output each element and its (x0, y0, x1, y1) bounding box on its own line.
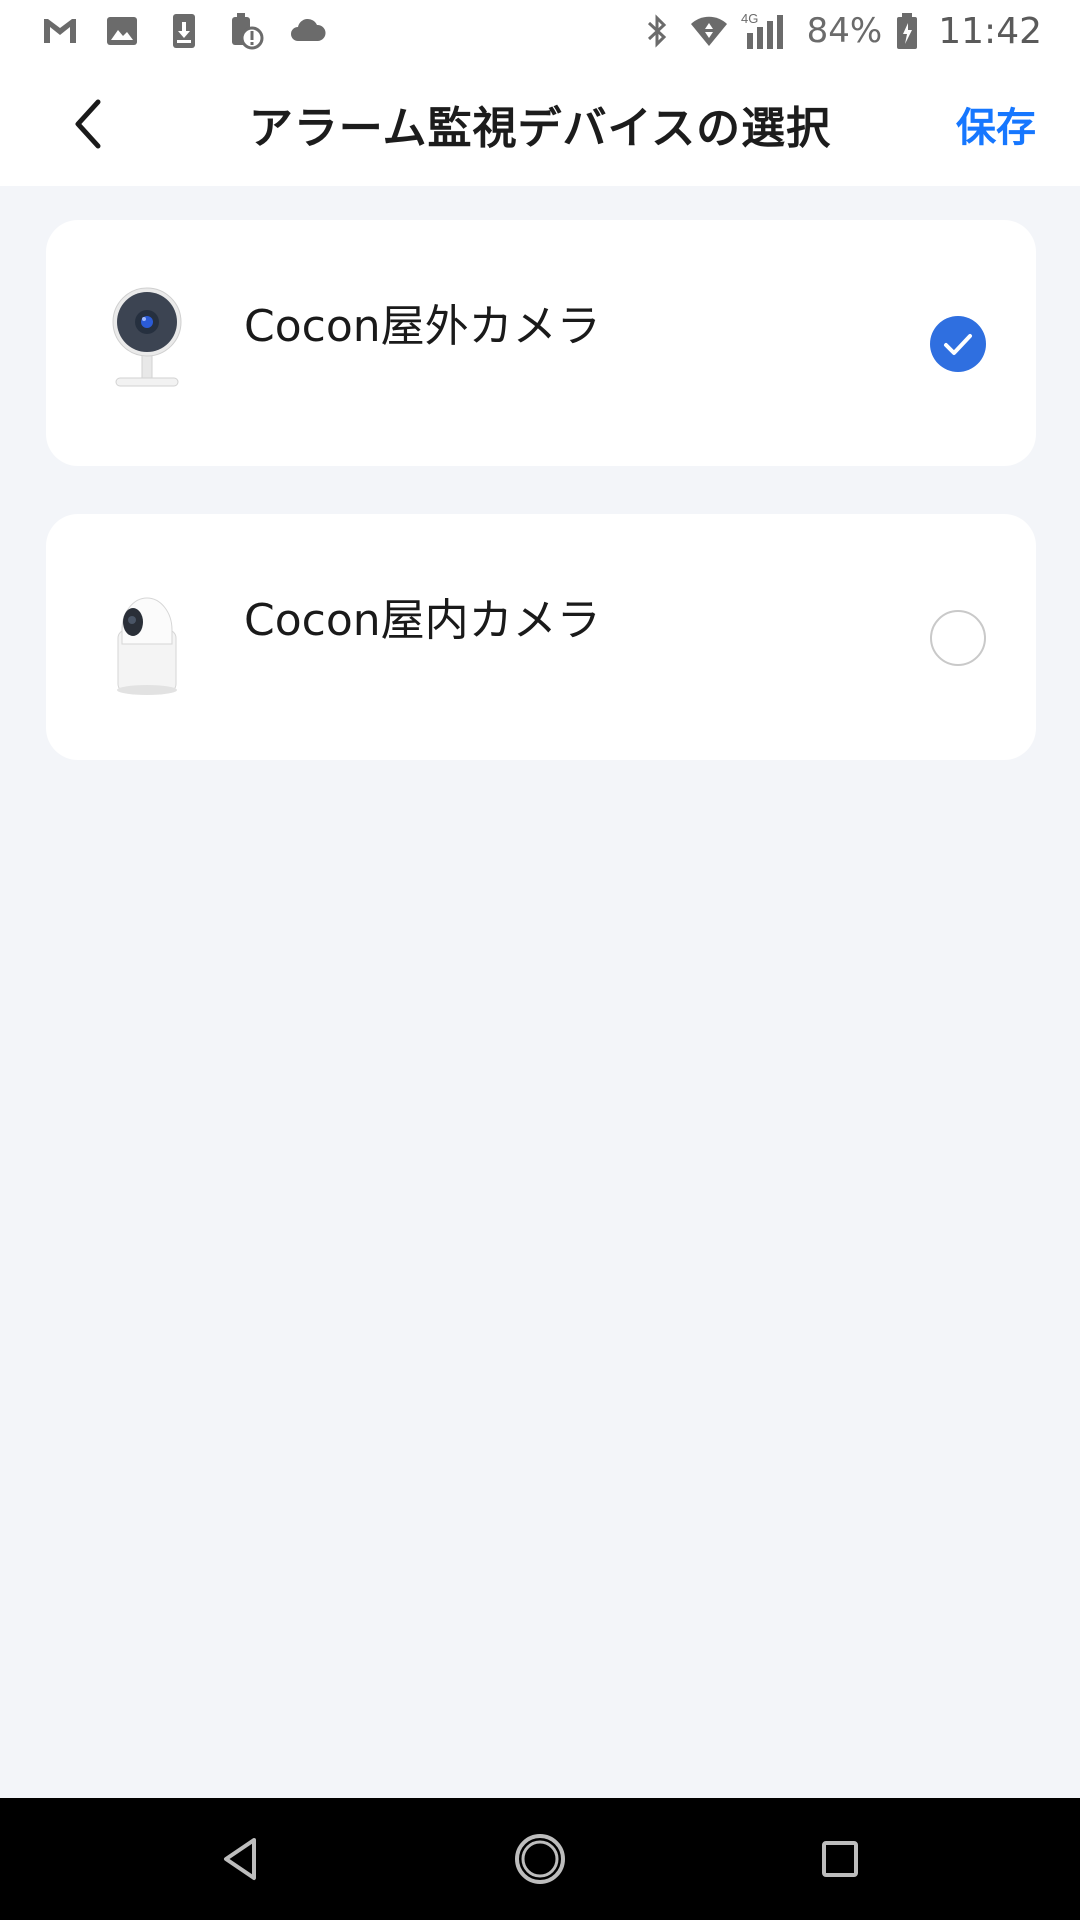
recents-nav-icon[interactable] (809, 1828, 871, 1890)
device-list: Cocon屋外カメラ Cocon屋内カメラ (46, 220, 1036, 808)
network-label: 4G (741, 11, 758, 26)
device-item-outdoor[interactable]: Cocon屋外カメラ (46, 220, 1036, 466)
download-icon (164, 11, 204, 51)
device-name: Cocon屋内カメラ (244, 595, 601, 646)
save-button[interactable]: 保存 (956, 62, 1036, 186)
device-radio-checked[interactable] (930, 316, 986, 372)
battery-percent: 84% (806, 11, 883, 51)
back-nav-icon[interactable] (210, 1828, 272, 1890)
cloud-icon (288, 11, 328, 51)
device-item-indoor[interactable]: Cocon屋内カメラ (46, 514, 1036, 760)
page-title: アラーム監視デバイスの選択 (248, 103, 832, 154)
app-header: アラーム監視デバイスの選択 保存 (0, 62, 1080, 186)
signal-icon: 4G (741, 11, 795, 51)
home-nav-icon[interactable] (509, 1828, 571, 1890)
back-button[interactable] (56, 92, 120, 156)
indoor-camera-icon (117, 597, 177, 695)
image-icon (102, 11, 142, 51)
wifi-icon (689, 11, 729, 51)
system-nav-bar (0, 1798, 1080, 1920)
bluetooth-icon (637, 11, 677, 51)
check-icon (944, 334, 972, 355)
alert-icon (226, 11, 266, 51)
gmail-icon (40, 11, 80, 51)
status-time: 11:42 (938, 10, 1042, 52)
chevron-left-icon (75, 99, 101, 149)
device-name: Cocon屋外カメラ (244, 301, 601, 352)
battery-icon (894, 11, 920, 51)
outdoor-camera-icon (112, 287, 182, 387)
device-radio-unchecked[interactable] (930, 610, 986, 666)
status-bar: 4G 84% 11:42 (0, 0, 1080, 62)
